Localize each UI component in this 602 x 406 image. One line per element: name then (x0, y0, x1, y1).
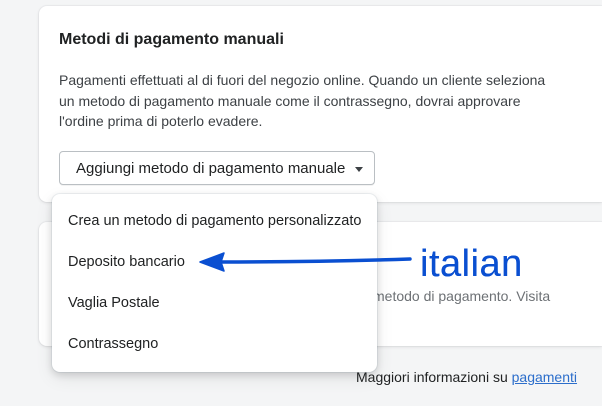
card-description: Pagamenti effettuati al di fuori del neg… (59, 72, 546, 129)
add-manual-payment-button[interactable]: Aggiungi metodo di pagamento manuale (59, 151, 375, 185)
footer-info-text: Maggiori informazioni su (356, 369, 512, 385)
payment-method-dropdown: Crea un metodo di pagamento personalizza… (52, 194, 377, 372)
secondary-card-text: metodo di pagamento. Visita (373, 288, 551, 304)
annotation-label: italian (420, 243, 523, 285)
manual-payments-card: Metodi di pagamento manuali Pagamenti ef… (39, 6, 602, 202)
dropdown-item-custom-method[interactable]: Crea un metodo di pagamento personalizza… (68, 213, 361, 229)
add-manual-payment-button-label: Aggiungi metodo di pagamento manuale (76, 159, 346, 177)
dropdown-item-cash-on-delivery[interactable]: Contrassegno (68, 336, 158, 352)
card-title: Metodi di pagamento manuali (59, 31, 284, 48)
footer-info: Maggiori informazioni su pagamenti (356, 369, 577, 385)
dropdown-item-bank-deposit[interactable]: Deposito bancario (68, 254, 185, 270)
dropdown-item-money-order[interactable]: Vaglia Postale (68, 295, 160, 311)
payments-link[interactable]: pagamenti (512, 369, 577, 385)
caret-down-icon (355, 166, 364, 172)
